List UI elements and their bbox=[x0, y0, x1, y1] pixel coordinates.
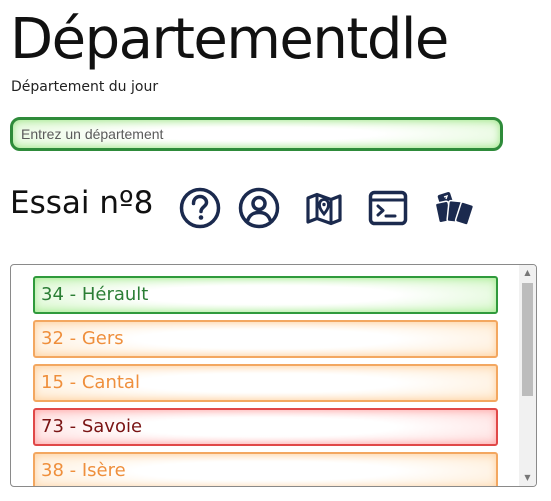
app-title: Départementdle bbox=[10, 7, 449, 72]
cards-icon bbox=[434, 192, 475, 226]
scroll-down-arrow[interactable]: ▼ bbox=[519, 471, 536, 485]
vertical-scrollbar[interactable]: ▲ ▼ bbox=[519, 265, 536, 486]
guess-list-items: 34 - Hérault 32 - Gers 15 - Cantal 73 - … bbox=[33, 276, 498, 486]
department-input[interactable] bbox=[10, 117, 503, 151]
subtitle: Département du jour bbox=[11, 79, 159, 95]
guess-row: 34 - Hérault bbox=[33, 276, 498, 314]
terminal-button[interactable] bbox=[366, 186, 410, 230]
guess-row: 38 - Isère bbox=[33, 452, 498, 486]
user-icon bbox=[238, 187, 280, 229]
profile-button[interactable] bbox=[237, 186, 281, 230]
scroll-up-arrow[interactable]: ▲ bbox=[519, 266, 536, 280]
guess-list[interactable]: 34 - Hérault 32 - Gers 15 - Cantal 73 - … bbox=[10, 264, 537, 487]
guess-row: 73 - Savoie bbox=[33, 408, 498, 446]
guess-row: 15 - Cantal bbox=[33, 364, 498, 402]
guess-row: 32 - Gers bbox=[33, 320, 498, 358]
help-button[interactable] bbox=[178, 186, 222, 230]
terminal-icon bbox=[368, 190, 408, 226]
map-icon bbox=[306, 192, 342, 226]
cards-button[interactable] bbox=[431, 186, 475, 230]
help-icon bbox=[179, 187, 221, 229]
scroll-thumb[interactable] bbox=[522, 283, 533, 396]
attempt-counter: Essai nº8 bbox=[10, 185, 154, 221]
map-button[interactable] bbox=[302, 186, 346, 230]
